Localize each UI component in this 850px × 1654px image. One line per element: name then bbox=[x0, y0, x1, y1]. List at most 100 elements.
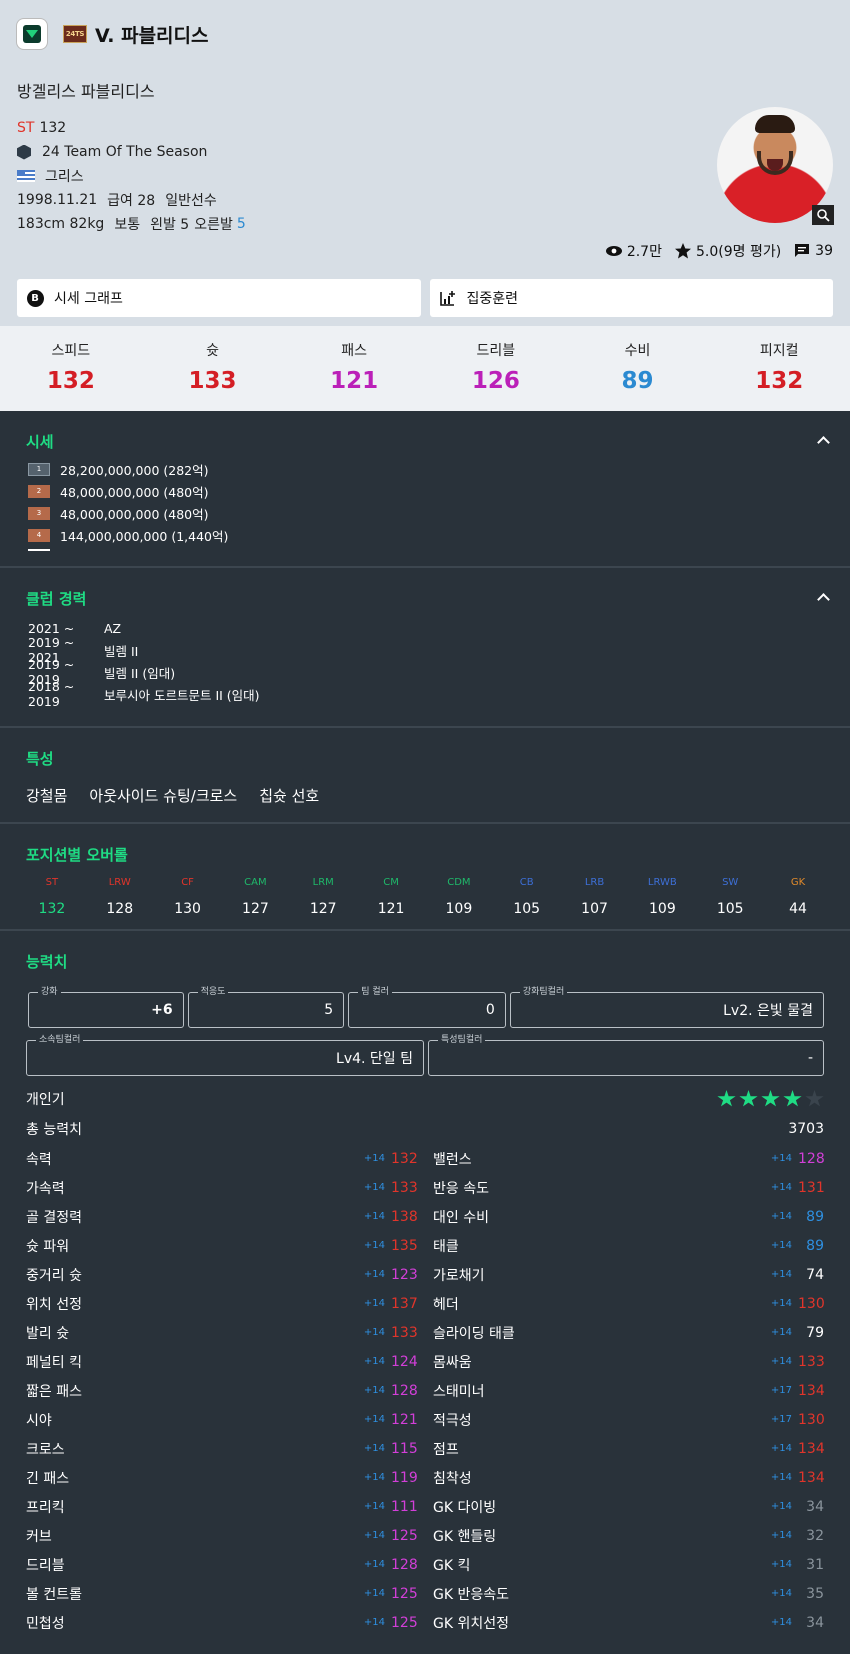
training-button[interactable]: 집중훈련 bbox=[429, 279, 833, 317]
ability-delta: +14 bbox=[363, 1385, 385, 1396]
ability-name: 긴 패스 bbox=[26, 1470, 70, 1487]
star-icon bbox=[761, 1090, 780, 1107]
greece-flag-icon bbox=[17, 170, 35, 182]
team-color-field[interactable]: 팀 컬러 0 bbox=[348, 987, 506, 1028]
trait-item: 아웃사이드 슈팅/크로스 bbox=[89, 787, 238, 805]
adapt-field[interactable]: 적응도 5 bbox=[187, 987, 345, 1028]
stat-3: 드리블 126 bbox=[425, 326, 567, 411]
bitcoin-icon: B bbox=[26, 289, 44, 307]
position-ovr-item: SW 105 bbox=[696, 877, 764, 917]
club-team-color-label: 소속팀컬러 bbox=[36, 1035, 84, 1046]
ability-name: GK 킥 bbox=[433, 1557, 471, 1574]
ability-value: 132 bbox=[391, 1150, 418, 1167]
ability-name: 위치 선정 bbox=[26, 1296, 82, 1313]
player-info: 방겔리스 파블리디스 ST 132 24 Team Of The Season … bbox=[17, 78, 246, 236]
price-section: 시세 1 28,200,000,000 (282억) 2 48,000,000,000… bbox=[0, 411, 850, 568]
position-ovr-item: CDM 109 bbox=[425, 877, 493, 917]
trait-team-color-value: - bbox=[807, 1050, 813, 1066]
position-value: 127 bbox=[309, 901, 337, 917]
club-years: 2021 ~ bbox=[28, 620, 75, 636]
ability-value: 130 bbox=[798, 1411, 825, 1428]
price-title: 시세 bbox=[26, 433, 54, 451]
star-icon bbox=[674, 243, 691, 259]
position-line: ST 132 bbox=[17, 116, 246, 140]
chart-plus-icon bbox=[439, 289, 457, 307]
body-line: 183cm 82kg 보통 왼발 5 오른발 5 bbox=[17, 212, 246, 236]
comments-count: 39 bbox=[815, 243, 833, 259]
trait-team-color-field[interactable]: 특성팀컬러 - bbox=[428, 1035, 824, 1076]
star-icon bbox=[783, 1090, 802, 1107]
stat-value: 121 bbox=[330, 368, 379, 394]
stat-0: 스피드 132 bbox=[0, 326, 142, 411]
club-row: 2018 ~ 2019 보루시아 도르트문트 II (임대) bbox=[28, 679, 824, 709]
traits-section: 특성 강철몸 아웃사이드 슈팅/크로스 칩슛 선호 bbox=[0, 728, 850, 824]
price-value: 48,000,000,000 (480억) bbox=[60, 506, 209, 522]
price-graph-button[interactable]: B 시세 그래프 bbox=[17, 279, 421, 317]
enhance-value: +6 bbox=[151, 1002, 173, 1018]
stat-label: 피지컬 bbox=[759, 343, 799, 359]
ability-name: GK 핸들링 bbox=[433, 1528, 497, 1545]
ability-delta: +14 bbox=[363, 1269, 385, 1280]
ability-value: 119 bbox=[391, 1469, 418, 1486]
position-value: 109 bbox=[649, 901, 676, 917]
ability-delta: +14 bbox=[363, 1472, 385, 1483]
ability-value: 131 bbox=[798, 1179, 825, 1196]
app-logo[interactable] bbox=[17, 19, 47, 49]
ability-name: 적극성 bbox=[433, 1412, 472, 1429]
position-ovr-item: LRW 128 bbox=[86, 877, 154, 917]
action-buttons: B 시세 그래프 집중훈련 bbox=[17, 279, 833, 317]
team-color-value: 0 bbox=[485, 1002, 495, 1018]
traits-title: 특성 bbox=[26, 750, 54, 768]
ability-value: 134 bbox=[798, 1382, 825, 1399]
position-ovr-item: LRB 107 bbox=[561, 877, 629, 917]
zoom-icon[interactable] bbox=[812, 205, 834, 225]
position-label: CM bbox=[383, 877, 399, 888]
star-icon bbox=[739, 1090, 758, 1107]
ability-row: 긴 패스 +14 119 bbox=[26, 1463, 418, 1492]
club-list: 2021 ~ AZ 2019 ~ 2021 빌렘 II 2019 ~ 2019 빌렘 II… bbox=[28, 617, 824, 710]
popularity-label: 개인기 bbox=[26, 1092, 65, 1108]
views-stat: 2.7만 bbox=[605, 241, 662, 261]
enhance-field[interactable]: 강화 +6 bbox=[28, 987, 184, 1028]
adapt-label: 적응도 bbox=[197, 987, 229, 998]
club-team-color-field[interactable]: 소속팀컬러 Lv4. 단일 팀 bbox=[26, 1035, 424, 1076]
enhance-label: 강화 bbox=[38, 987, 61, 998]
rating-stat[interactable]: 5.0(9명 평가) bbox=[674, 241, 781, 261]
ability-row: GK 위치선정 +14 34 bbox=[433, 1608, 824, 1637]
ability-delta: +14 bbox=[770, 1327, 792, 1338]
ability-delta: +14 bbox=[770, 1182, 792, 1193]
ability-row: GK 핸들링 +14 32 bbox=[433, 1521, 824, 1550]
ability-name: GK 반응속도 bbox=[433, 1586, 509, 1603]
ability-name: 커브 bbox=[26, 1528, 52, 1545]
bio-line: 1998.11.21 급여 28 일반선수 bbox=[17, 188, 246, 212]
right-foot-value: 5 bbox=[236, 216, 246, 232]
ability-value: 74 bbox=[806, 1266, 824, 1283]
season-badge-icon: 24TS bbox=[63, 25, 87, 43]
club-row: 2019 ~ 2019 빌렘 II (임대) bbox=[28, 657, 824, 687]
player-full-name: 방겔리스 파블리디스 bbox=[17, 82, 155, 101]
position-ovr-item: ST 132 bbox=[18, 877, 86, 917]
ability-delta: +14 bbox=[770, 1559, 792, 1570]
club-team-color-value: Lv4. 단일 팀 bbox=[336, 1051, 413, 1067]
ability-name: 시야 bbox=[26, 1412, 52, 1429]
ability-name: 볼 컨트롤 bbox=[26, 1586, 82, 1603]
position-label: CB bbox=[519, 877, 534, 888]
ability-delta: +14 bbox=[770, 1269, 792, 1280]
ability-value: 124 bbox=[391, 1353, 418, 1370]
position-ovr-item: CAM 127 bbox=[221, 877, 289, 917]
ability-row: 짧은 패스 +14 128 bbox=[26, 1376, 418, 1405]
price-row: 1 28,200,000,000 (282억) bbox=[28, 458, 824, 480]
comments-stat[interactable]: 39 bbox=[793, 242, 833, 260]
ability-name: 밸런스 bbox=[433, 1151, 472, 1168]
club-name: 빌렘 II bbox=[104, 643, 139, 659]
ability-delta: +14 bbox=[363, 1356, 385, 1367]
stat-label: 스피드 bbox=[51, 343, 91, 359]
stat-value: 133 bbox=[188, 368, 237, 394]
position-value: 130 bbox=[174, 901, 201, 917]
price-value: 48,000,000,000 (480억) bbox=[60, 484, 209, 500]
position-value: 44 bbox=[789, 901, 807, 917]
player-title: V. 파블리디스 bbox=[95, 24, 209, 47]
stat-label: 드리블 bbox=[476, 343, 516, 359]
ability-value: 35 bbox=[806, 1585, 824, 1602]
enhance-team-color-field[interactable]: 강화팀컬러 Lv2. 은빛 물결 bbox=[509, 987, 824, 1028]
